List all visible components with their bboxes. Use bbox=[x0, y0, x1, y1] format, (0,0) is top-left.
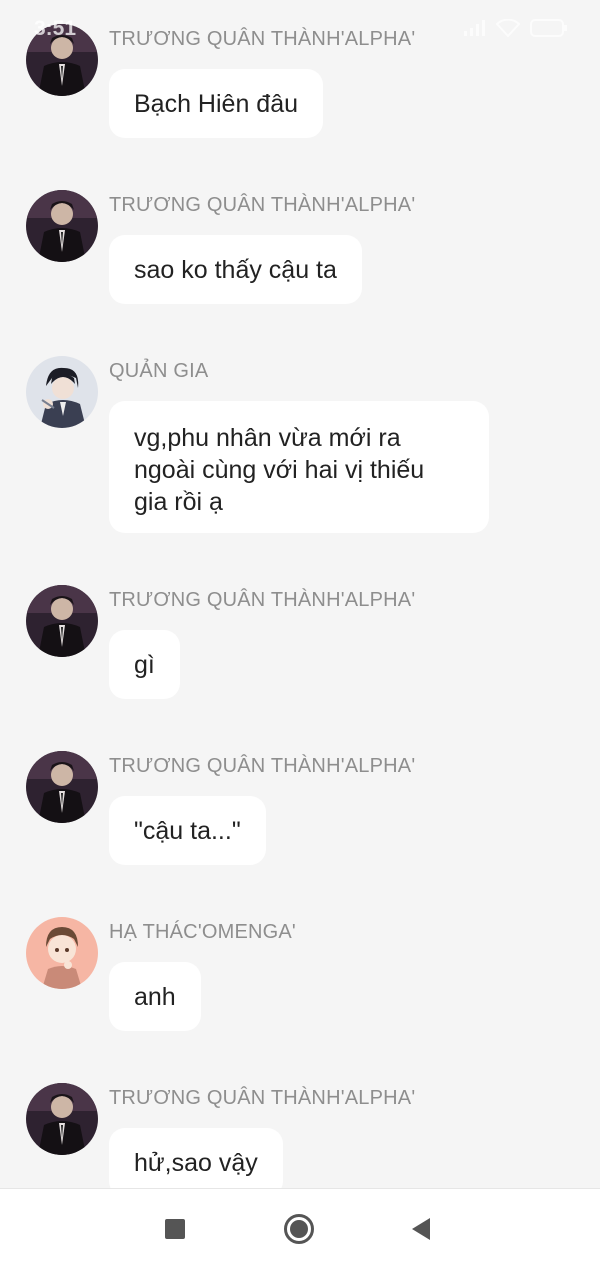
sender-avatar[interactable] bbox=[26, 917, 98, 989]
message-bubble[interactable]: gì bbox=[109, 630, 180, 699]
sender-name: TRƯƠNG QUÂN THÀNH'ALPHA' bbox=[109, 755, 416, 777]
status-icons bbox=[464, 18, 568, 42]
message-bubble[interactable]: sao ko thấy cậu ta bbox=[109, 235, 362, 304]
sender-name: QUẢN GIA bbox=[109, 360, 209, 382]
sender-avatar[interactable] bbox=[26, 585, 98, 657]
sender-name: TRƯƠNG QUÂN THÀNH'ALPHA' bbox=[109, 589, 416, 611]
sender-avatar[interactable] bbox=[26, 190, 98, 262]
home-button[interactable] bbox=[283, 1213, 315, 1245]
sender-avatar[interactable] bbox=[26, 356, 98, 428]
message-bubble[interactable]: "cậu ta..." bbox=[109, 796, 266, 865]
home-circle-icon bbox=[284, 1214, 314, 1244]
status-time: 3:51 bbox=[34, 17, 77, 40]
status-bar: 3:51 bbox=[0, 0, 600, 60]
battery-icon bbox=[530, 19, 568, 42]
sender-avatar[interactable] bbox=[26, 1083, 98, 1155]
message-bubble[interactable]: Bạch Hiên đâu bbox=[109, 69, 324, 138]
chat-feed[interactable]: TRƯƠNG QUÂN THÀNH'ALPHA' Bạch Hiên đâu T… bbox=[0, 0, 600, 1188]
sender-name: TRƯƠNG QUÂN THÀNH'ALPHA' bbox=[109, 194, 416, 216]
message-bubble[interactable]: anh bbox=[109, 962, 201, 1031]
message-bubble[interactable]: vg,phu nhân vừa mới ra ngoài cùng với ha… bbox=[109, 401, 489, 533]
back-triangle-icon bbox=[412, 1218, 430, 1240]
signal-icon bbox=[464, 20, 486, 41]
recents-square-icon bbox=[165, 1219, 185, 1239]
recents-button[interactable] bbox=[159, 1213, 191, 1245]
wifi-icon bbox=[495, 18, 521, 42]
back-button[interactable] bbox=[405, 1213, 437, 1245]
sender-name: TRƯƠNG QUÂN THÀNH'ALPHA' bbox=[109, 1087, 416, 1109]
sender-avatar[interactable] bbox=[26, 751, 98, 823]
message-bubble[interactable]: hử,sao vậy bbox=[109, 1128, 283, 1188]
navigation-bar bbox=[0, 1188, 600, 1268]
sender-name: HẠ THÁC'OMENGA' bbox=[109, 921, 296, 943]
